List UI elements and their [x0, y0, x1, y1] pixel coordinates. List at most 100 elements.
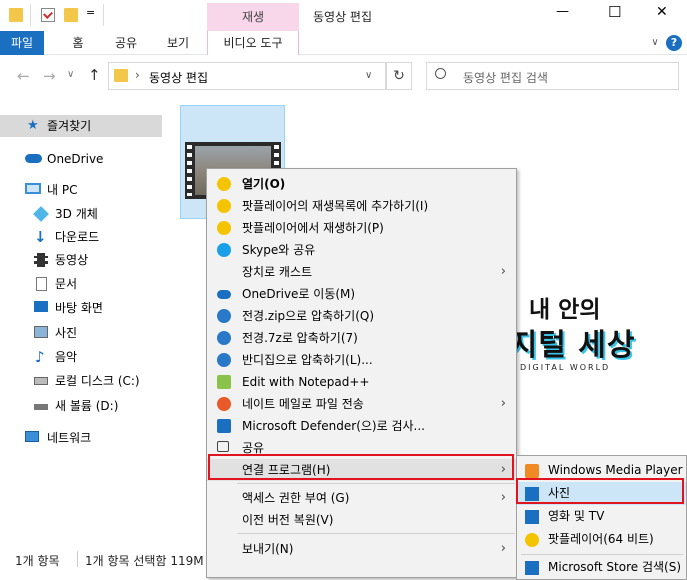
divider	[77, 551, 78, 567]
nav-downloads[interactable]: ↓ 다운로드	[0, 226, 165, 248]
star-icon: ★	[27, 118, 39, 133]
menu-item-cast[interactable]: 장치로 캐스트 ›	[207, 261, 516, 283]
back-button[interactable]: ←	[17, 67, 30, 85]
nav-local-disk-c[interactable]: 로컬 디스크 (C:)	[0, 370, 165, 392]
maximize-button[interactable]: ☐	[608, 3, 621, 21]
qa-dropdown-icon[interactable]: =	[86, 6, 95, 19]
menu-item-give-access[interactable]: 액세스 권한 부여 (G) ›	[207, 487, 516, 509]
tab-video-tools[interactable]: 비디오 도구	[207, 31, 299, 55]
network-icon	[25, 431, 39, 442]
menu-item-skype-share[interactable]: Skype와 공유	[207, 239, 516, 261]
submenu-item-store-search[interactable]: Microsoft Store 검색(S)	[517, 556, 686, 579]
menu-item-notepadpp[interactable]: Edit with Notepad++	[207, 371, 516, 393]
selection-info: 1개 항목 선택함 119M	[85, 554, 204, 568]
recent-locations-button[interactable]: ∨	[67, 69, 74, 80]
address-dropdown-icon[interactable]: ∨	[365, 70, 372, 81]
nav-this-pc[interactable]: 내 PC	[0, 179, 165, 201]
search-placeholder: 동영상 편집 검색	[463, 71, 548, 85]
item-count: 1개 항목	[15, 554, 60, 568]
properties-icon[interactable]	[41, 8, 55, 22]
nate-icon	[217, 397, 231, 411]
cube-icon	[33, 206, 49, 222]
nav-label: 즐겨찾기	[47, 119, 92, 133]
bandizip-icon	[217, 309, 231, 323]
nav-label: 로컬 디스크 (C:)	[55, 374, 140, 388]
new-folder-icon[interactable]	[64, 8, 78, 22]
window-title: 동영상 편집	[313, 10, 373, 24]
nav-desktop[interactable]: 바탕 화면	[0, 297, 165, 319]
forward-button[interactable]: →	[43, 67, 56, 85]
nav-label: 내 PC	[47, 183, 78, 197]
address-bar-row: ← → ∨ ↑ › 동영상 편집 ∨ ↻ 동영상 편집 검색	[0, 61, 687, 93]
divider	[30, 4, 31, 26]
path-separator: ›	[135, 68, 140, 82]
potplayer-icon	[217, 199, 231, 213]
menu-item-open[interactable]: 열기(O)	[207, 173, 516, 195]
tab-view[interactable]: 보기	[156, 31, 200, 55]
submenu-item-potplayer64[interactable]: 팟플레이어(64 비트)	[517, 528, 686, 551]
submenu-arrow-icon: ›	[500, 396, 506, 411]
minimize-button[interactable]: —	[556, 4, 569, 19]
menu-separator	[237, 533, 515, 534]
nav-quick-access[interactable]: ★ 즐겨찾기	[0, 115, 162, 137]
cloud-icon	[25, 154, 42, 163]
cloud-icon	[217, 290, 231, 299]
nav-label: 사진	[55, 326, 78, 340]
menu-item-send-to[interactable]: 보내기(N) ›	[207, 538, 516, 560]
up-button[interactable]: ↑	[88, 66, 101, 84]
nav-documents[interactable]: 문서	[0, 273, 165, 295]
submenu-item-movies-tv[interactable]: 영화 및 TV	[517, 505, 686, 528]
menu-item-restore-versions[interactable]: 이전 버전 복원(V)	[207, 509, 516, 531]
nav-label: 다운로드	[55, 230, 100, 244]
menu-item-zip[interactable]: 전경.zip으로 압축하기(Q)	[207, 305, 516, 327]
watermark-line3: DIGITAL WORLD	[520, 363, 611, 372]
film-icon	[34, 253, 48, 267]
share-icon	[217, 441, 229, 452]
nav-label: 3D 개체	[55, 207, 98, 221]
close-button[interactable]: ✕	[656, 4, 668, 20]
folder-icon	[9, 8, 23, 22]
folder-icon	[114, 69, 128, 82]
potplayer-icon	[217, 177, 231, 191]
document-icon	[36, 277, 47, 291]
tab-home[interactable]: 홈	[60, 31, 96, 55]
nav-volume-d[interactable]: 새 볼륨 (D:)	[0, 395, 165, 417]
menu-separator	[521, 554, 683, 555]
collapse-ribbon-icon[interactable]: ∨	[648, 31, 662, 55]
nav-music[interactable]: ♪ 음악	[0, 346, 165, 368]
nav-3d-objects[interactable]: 3D 개체	[0, 203, 165, 225]
nav-label: 바탕 화면	[55, 301, 103, 315]
menu-item-7z[interactable]: 전경.7z로 압축하기(7)	[207, 327, 516, 349]
divider	[103, 4, 104, 26]
nav-videos[interactable]: 동영상	[0, 249, 165, 271]
nav-onedrive[interactable]: OneDrive	[0, 148, 165, 170]
nav-network[interactable]: 네트워크	[0, 427, 165, 449]
nav-label: OneDrive	[47, 152, 104, 166]
menu-item-bandizip[interactable]: 반디집으로 압축하기(L)...	[207, 349, 516, 371]
menu-item-nate-mail[interactable]: 네이트 메일로 파일 전송 ›	[207, 393, 516, 415]
picture-icon	[34, 326, 48, 338]
submenu-arrow-icon: ›	[500, 490, 506, 505]
help-icon[interactable]: ?	[666, 35, 682, 51]
menu-item-play-potplayer[interactable]: 팟플레이어에서 재생하기(P)	[207, 217, 516, 239]
bandizip-icon	[217, 353, 231, 367]
menu-item-defender[interactable]: Microsoft Defender(으)로 검사...	[207, 415, 516, 437]
nav-label: 동영상	[55, 253, 89, 267]
search-icon	[435, 68, 446, 79]
download-icon: ↓	[34, 228, 47, 246]
menu-item-add-playlist[interactable]: 팟플레이어의 재생목록에 추가하기(I)	[207, 195, 516, 217]
movies-icon	[525, 510, 539, 524]
menu-item-onedrive-move[interactable]: OneDrive로 이동(M)	[207, 283, 516, 305]
nav-label: 문서	[55, 277, 78, 291]
tab-file[interactable]: 파일	[0, 31, 44, 55]
desktop-icon	[34, 301, 48, 312]
address-field[interactable]: › 동영상 편집 ∨	[108, 62, 386, 90]
tab-share[interactable]: 공유	[104, 31, 148, 55]
search-box[interactable]: 동영상 편집 검색	[426, 62, 679, 90]
nav-pictures[interactable]: 사진	[0, 322, 165, 344]
notepadpp-icon	[217, 375, 231, 389]
tab-play[interactable]: 재생	[207, 8, 299, 25]
music-icon: ♪	[35, 348, 45, 366]
path-segment[interactable]: 동영상 편집	[149, 69, 208, 86]
refresh-button[interactable]: ↻	[386, 62, 412, 90]
